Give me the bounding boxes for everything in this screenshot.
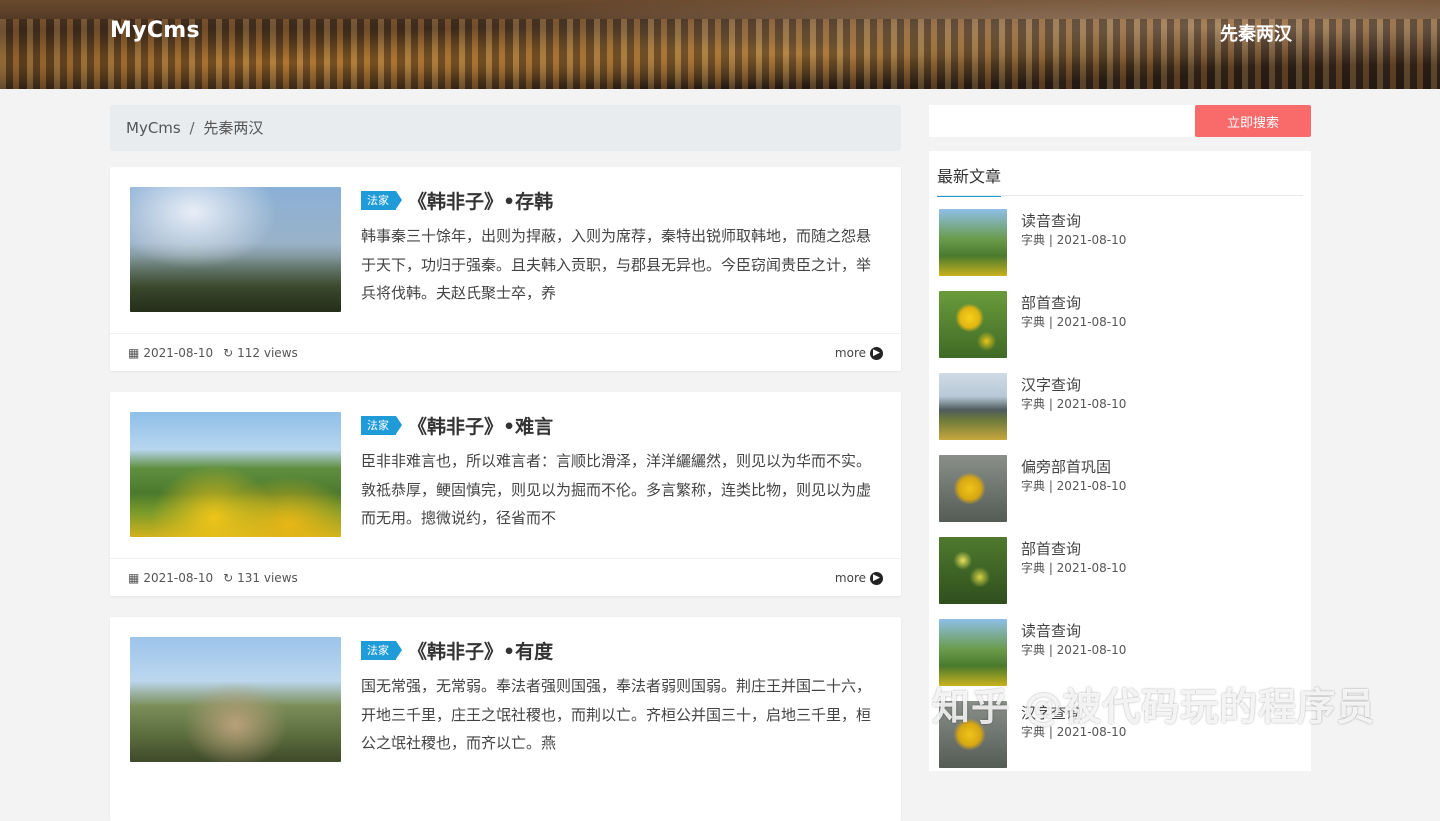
list-item-meta: 字典 | 2021-08-10 [1021, 561, 1127, 575]
divider [937, 195, 1303, 196]
article-excerpt: 臣非非难言也，所以难言者：言顺比滑泽，洋洋纚纚然，则见以为华而不实。敦祗恭厚，鲠… [361, 452, 872, 527]
fire-icon: ↻ [223, 571, 234, 585]
article-footer: ▦ 2021-08-10 ↻ 131 views more ▶ [110, 558, 901, 596]
article-thumbnail[interactable] [130, 412, 341, 537]
article-title[interactable]: 《韩非子》•存韩 [408, 187, 553, 214]
list-item[interactable]: 汉字查询 字典 | 2021-08-10 [939, 373, 1299, 441]
read-more-link[interactable]: more ▶ [835, 346, 883, 360]
list-item[interactable]: 偏旁部首巩固 字典 | 2021-08-10 [939, 455, 1299, 523]
category-tag[interactable]: 法家 [361, 191, 402, 210]
list-item-thumbnail[interactable] [939, 537, 1007, 604]
breadcrumb-separator: / [189, 119, 195, 137]
article-date: 2021-08-10 [143, 346, 214, 360]
calendar-icon: ▦ [128, 346, 140, 360]
article-title[interactable]: 《韩非子》•有度 [408, 637, 553, 664]
article-title[interactable]: 《韩非子》•难言 [408, 412, 553, 439]
watermark: 知乎 @被代码玩的程序员 [932, 685, 1376, 729]
list-item[interactable]: 读音查询 字典 | 2021-08-10 [939, 209, 1299, 277]
read-more-link[interactable]: more ▶ [835, 571, 883, 585]
list-item-thumbnail[interactable] [939, 209, 1007, 276]
list-item-title[interactable]: 汉字查询 [1021, 374, 1081, 395]
chevron-right-icon: ▶ [870, 571, 883, 585]
article-excerpt: 韩事秦三十馀年，出则为捍蔽，入则为席荐，秦特出锐师取韩地，而随之怨悬于天下，功归… [361, 227, 872, 302]
article-thumbnail[interactable] [130, 637, 341, 762]
chevron-right-icon: ▶ [870, 346, 883, 360]
breadcrumb: MyCms / 先秦两汉 [110, 105, 901, 151]
article-excerpt: 国无常强，无常弱。奉法者强则国强，奉法者弱则国弱。荆庄王并国二十六，开地三千里，… [361, 677, 872, 752]
list-item[interactable]: 部首查询 字典 | 2021-08-10 [939, 537, 1299, 605]
site-header: MyCms 先秦两汉 [0, 0, 1440, 89]
article-date: 2021-08-10 [143, 571, 214, 585]
list-item-title[interactable]: 部首查询 [1021, 292, 1081, 313]
list-item-title[interactable]: 读音查询 [1021, 620, 1081, 641]
fire-icon: ↻ [223, 346, 234, 360]
list-item-title[interactable]: 部首查询 [1021, 538, 1081, 559]
article-meta: ▦ 2021-08-10 ↻ 131 views [128, 571, 298, 585]
site-logo[interactable]: MyCms [110, 18, 200, 43]
list-item-thumbnail[interactable] [939, 291, 1007, 358]
breadcrumb-current: 先秦两汉 [203, 119, 264, 137]
list-item-title[interactable]: 偏旁部首巩固 [1021, 456, 1111, 477]
search-form: 立即搜索 [929, 105, 1311, 137]
search-input[interactable] [929, 105, 1195, 137]
search-button[interactable]: 立即搜索 [1195, 105, 1311, 137]
article-views: 131 views [237, 571, 298, 585]
article-footer: ▦ 2021-08-10 ↻ 112 views more ▶ [110, 333, 901, 371]
list-item-thumbnail[interactable] [939, 455, 1007, 522]
list-item-thumbnail[interactable] [939, 373, 1007, 440]
list-item-meta: 字典 | 2021-08-10 [1021, 233, 1127, 247]
read-more-label: more [834, 346, 866, 360]
list-item-meta: 字典 | 2021-08-10 [1021, 397, 1127, 411]
category-tag[interactable]: 法家 [361, 641, 402, 660]
article-views: 112 views [237, 346, 298, 360]
calendar-icon: ▦ [128, 571, 140, 585]
list-item-meta: 字典 | 2021-08-10 [1021, 479, 1127, 493]
list-item-meta: 字典 | 2021-08-10 [1021, 643, 1127, 657]
panel-heading: 最新文章 [937, 163, 1002, 197]
list-item-meta: 字典 | 2021-08-10 [1021, 315, 1127, 329]
category-tag[interactable]: 法家 [361, 416, 402, 435]
article-card: 法家 《韩非子》•存韩 韩事秦三十馀年，出则为捍蔽，入则为席荐，秦特出锐师取韩地… [110, 167, 901, 371]
article-card: 法家 《韩非子》•难言 臣非非难言也，所以难言者：言顺比滑泽，洋洋纚纚然，则见以… [110, 392, 901, 596]
list-item[interactable]: 部首查询 字典 | 2021-08-10 [939, 291, 1299, 359]
breadcrumb-root[interactable]: MyCms [126, 119, 181, 137]
read-more-label: more [834, 571, 866, 585]
list-item-title[interactable]: 读音查询 [1021, 210, 1081, 231]
article-card: 法家 《韩非子》•有度 国无常强，无常弱。奉法者强则国强，奉法者弱则国弱。荆庄王… [110, 617, 901, 821]
article-meta: ▦ 2021-08-10 ↻ 112 views [128, 346, 298, 360]
article-thumbnail[interactable] [130, 187, 341, 312]
nav-item-active[interactable]: 先秦两汉 [1220, 20, 1292, 46]
